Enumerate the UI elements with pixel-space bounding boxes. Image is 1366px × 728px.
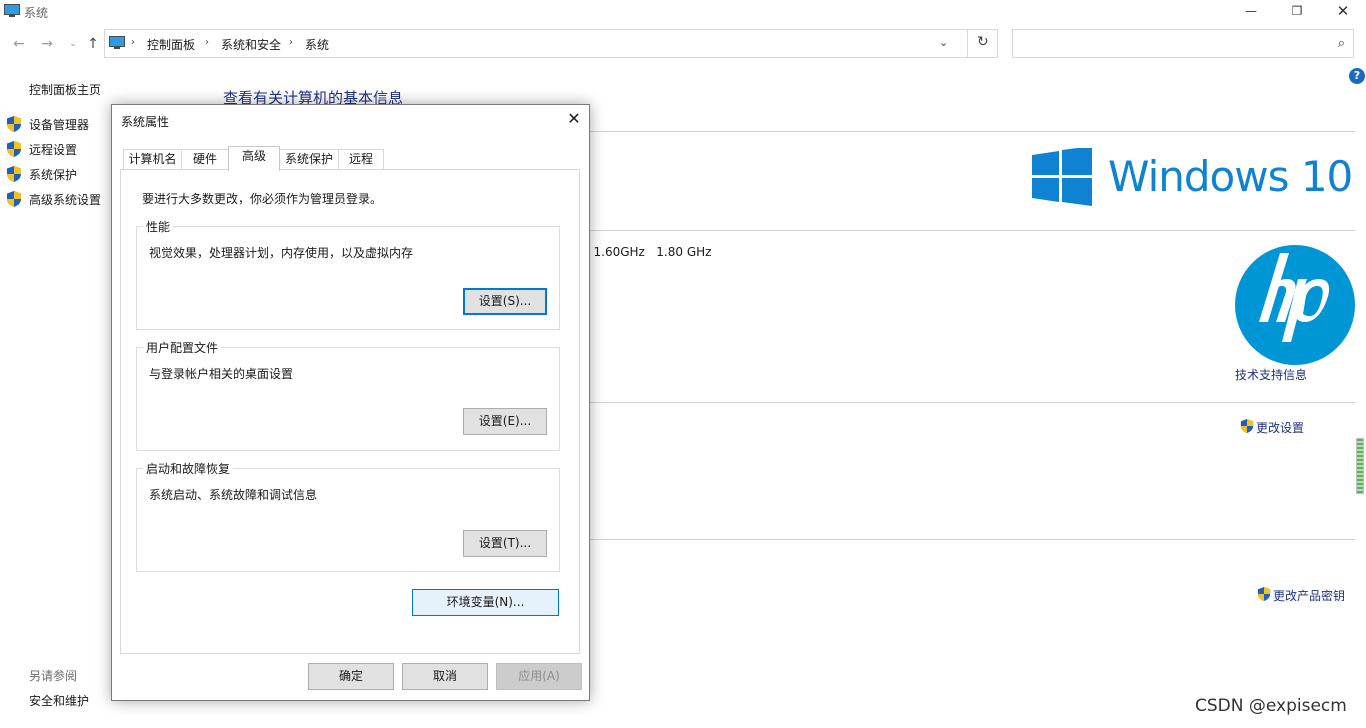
processor-info: ) 1.60GHz 1.80 GHz — [585, 245, 712, 259]
control-panel-icon — [109, 36, 125, 49]
shield-icon — [1240, 419, 1254, 433]
performance-settings-button[interactable]: 设置(S)... — [463, 288, 547, 315]
startup-recovery-description: 系统启动、系统故障和调试信息 — [149, 488, 318, 502]
forward-icon[interactable]: → — [38, 35, 56, 53]
tab-system-protection[interactable]: 系统保护 — [279, 149, 339, 170]
title-bar: 系统 — ❐ ✕ — [0, 0, 1366, 26]
apply-button[interactable]: 应用(A) — [496, 663, 582, 690]
up-icon[interactable]: ↑ — [84, 35, 102, 53]
startup-recovery-group: 启动和故障恢复 系统启动、系统故障和调试信息 设置(T)... — [136, 460, 560, 572]
shield-icon — [7, 191, 21, 207]
back-icon[interactable]: ← — [10, 35, 28, 53]
refresh-icon[interactable]: ↻ — [977, 34, 989, 50]
user-profiles-settings-button[interactable]: 设置(E)... — [463, 408, 547, 435]
tab-hardware[interactable]: 硬件 — [181, 149, 229, 170]
security-maintenance-link[interactable]: 安全和维护 — [29, 692, 89, 709]
user-profiles-description: 与登录帐户相关的桌面设置 — [149, 367, 294, 381]
control-panel-home-link[interactable]: 控制面板主页 — [29, 81, 101, 98]
advanced-tab-panel: 要进行大多数更改，你必须作为管理员登录。 性能 视觉效果，处理器计划，内存使用，… — [120, 169, 580, 654]
tab-advanced[interactable]: 高级 — [228, 146, 280, 171]
shield-icon — [1257, 587, 1271, 601]
startup-recovery-settings-button[interactable]: 设置(T)... — [463, 530, 547, 557]
hp-logo-icon — [1235, 245, 1355, 365]
task-label: 远程设置 — [29, 143, 78, 157]
search-box[interactable]: ⌕ — [1012, 29, 1354, 58]
tech-support-link[interactable]: 技术支持信息 — [1235, 366, 1307, 383]
watermark: CSDN @expisecm — [1195, 696, 1347, 716]
navigation-bar: ← → ⌄ ↑ › 控制面板 › 系统和安全 › 系统 ⌄ ↻ ⌕ — [0, 28, 1366, 60]
divider — [967, 30, 968, 57]
computer-icon — [4, 4, 20, 17]
change-product-key-label: 更改产品密钥 — [1273, 589, 1346, 603]
shield-icon — [7, 141, 21, 157]
performance-group: 性能 视觉效果，处理器计划，内存使用，以及虚拟内存 设置(S)... — [136, 218, 560, 330]
task-label: 设备管理器 — [29, 118, 90, 132]
performance-description: 视觉效果，处理器计划，内存使用，以及虚拟内存 — [149, 246, 414, 260]
admin-notice: 要进行大多数更改，你必须作为管理员登录。 — [142, 192, 383, 206]
task-label: 高级系统设置 — [29, 193, 102, 207]
dialog-title: 系统属性 — [121, 115, 170, 129]
window-title: 系统 — [24, 6, 49, 20]
breadcrumb-system[interactable]: 系统 — [305, 36, 329, 53]
system-properties-dialog: 系统属性 ✕ 计算机名 硬件 高级 系统保护 远程 要进行大多数更改，你必须作为… — [111, 104, 590, 701]
ok-button[interactable]: 确定 — [308, 663, 394, 690]
user-profiles-group: 用户配置文件 与登录帐户相关的桌面设置 设置(E)... — [136, 339, 560, 451]
minimize-button[interactable]: — — [1228, 0, 1274, 24]
change-settings-label: 更改设置 — [1256, 421, 1305, 435]
breadcrumb-control-panel[interactable]: 控制面板 — [147, 36, 195, 53]
shield-icon — [7, 116, 21, 132]
tab-computer-name[interactable]: 计算机名 — [123, 149, 182, 170]
cancel-button[interactable]: 取消 — [402, 663, 488, 690]
breadcrumb-separator: › — [289, 37, 293, 48]
search-input[interactable] — [1019, 30, 1319, 56]
environment-variables-button[interactable]: 环境变量(N)... — [412, 589, 559, 616]
user-profiles-legend: 用户配置文件 — [143, 339, 222, 356]
chevron-down-icon[interactable]: ⌄ — [939, 36, 948, 49]
startup-recovery-legend: 启动和故障恢复 — [143, 460, 234, 477]
windows-10-brand: Windows 10 — [1108, 152, 1353, 201]
address-bar[interactable]: › 控制面板 › 系统和安全 › 系统 ⌄ ↻ — [104, 29, 998, 58]
scrollbar-thumb[interactable] — [1356, 438, 1364, 494]
dialog-close-icon[interactable]: ✕ — [564, 109, 584, 128]
breadcrumb-separator: › — [205, 37, 209, 48]
shield-icon — [7, 166, 21, 182]
tab-remote[interactable]: 远程 — [338, 149, 384, 170]
windows-logo-icon — [1032, 148, 1092, 206]
breadcrumb-separator: › — [131, 37, 135, 48]
close-button[interactable]: ✕ — [1320, 0, 1366, 24]
help-icon[interactable]: ? — [1349, 68, 1365, 84]
maximize-button[interactable]: ❐ — [1274, 0, 1320, 24]
task-label: 系统保护 — [29, 168, 78, 182]
breadcrumb-system-security[interactable]: 系统和安全 — [221, 36, 281, 53]
see-also-heading: 另请参阅 — [29, 669, 78, 683]
search-icon[interactable]: ⌕ — [1338, 36, 1345, 51]
performance-legend: 性能 — [143, 218, 174, 235]
recent-locations-icon[interactable]: ⌄ — [64, 35, 82, 53]
